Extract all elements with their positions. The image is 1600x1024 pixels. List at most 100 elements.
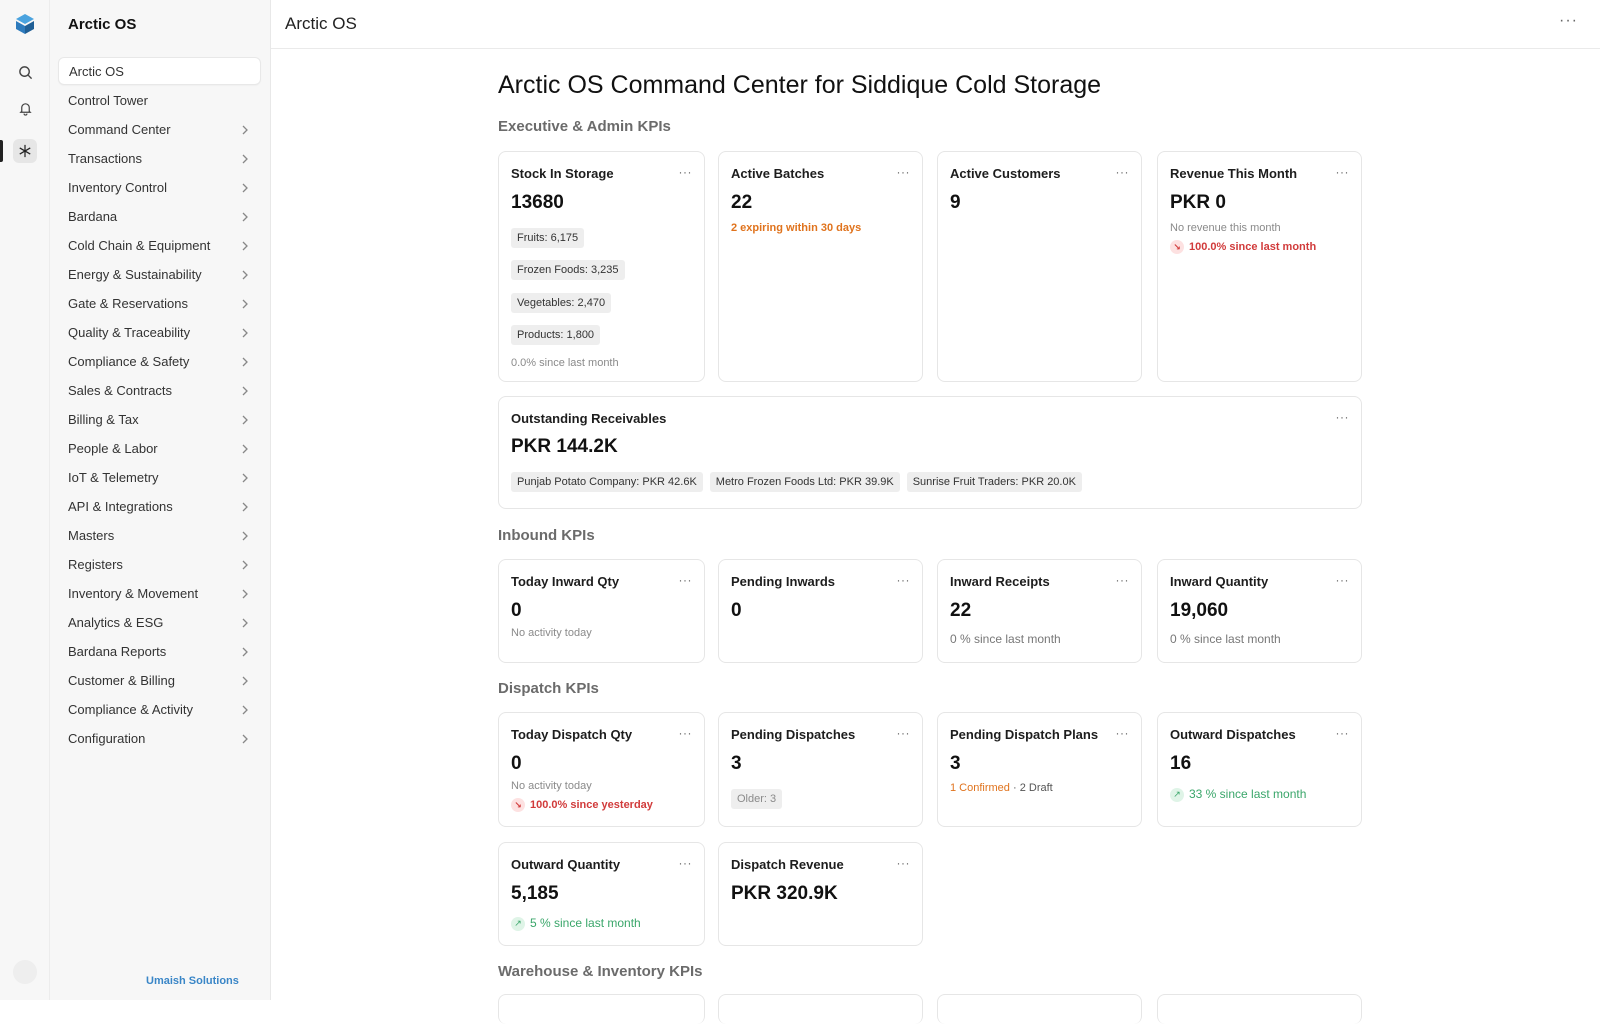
section-executive: Executive & Admin KPIs (498, 118, 671, 135)
card-outward-dispatches: Outward Dispatches ··· 16 ↗ 33 % since la… (1157, 712, 1362, 827)
chevron-right-icon (241, 270, 251, 280)
card-pending-inwards: Pending Inwards ··· 0 (718, 559, 923, 663)
sidebar-item[interactable]: Compliance & Activity (58, 695, 261, 724)
card-note: No activity today (511, 627, 592, 639)
sidebar-item[interactable]: API & Integrations (58, 492, 261, 521)
card-pending-dispatch-plans: Pending Dispatch Plans ··· 3 1 Confirmed… (937, 712, 1142, 827)
chevron-right-icon (241, 734, 251, 744)
sidebar-item-label: Configuration (68, 731, 146, 746)
sidebar-item[interactable]: IoT & Telemetry (58, 463, 261, 492)
chevron-right-icon (241, 241, 251, 251)
card-value: 0 (731, 600, 742, 621)
sidebar-item[interactable]: Arctic OS (58, 57, 261, 85)
receivables-chip-row: Punjab Potato Company: PKR 42.6K Metro F… (511, 472, 1089, 492)
sidebar-item[interactable]: Control Tower (58, 86, 261, 115)
card-value: PKR 144.2K (511, 436, 618, 457)
sidebar-item-label: Arctic OS (69, 63, 124, 79)
category-chip: Vegetables: 2,470 (511, 293, 612, 313)
card-value: PKR 320.9K (731, 883, 838, 904)
sidebar-item[interactable]: Sales & Contracts (58, 376, 261, 405)
sidebar-item[interactable]: Cold Chain & Equipment (58, 231, 261, 260)
sidebar-item[interactable]: Compliance & Safety (58, 347, 261, 376)
sidebar-item[interactable]: Inventory & Movement (58, 579, 261, 608)
sidebar-item[interactable]: Bardana (58, 202, 261, 231)
card-menu-icon[interactable]: ··· (897, 165, 911, 179)
sidebar-item[interactable]: Customer & Billing (58, 666, 261, 695)
sidebar-item[interactable]: Bardana Reports (58, 637, 261, 666)
chevron-right-icon (241, 676, 251, 686)
trend-text: 33 % since last month (1189, 787, 1307, 801)
card-warehouse-partial (937, 994, 1142, 1024)
chevron-right-icon (241, 647, 251, 657)
chevron-right-icon (241, 328, 251, 338)
trend-text: 100.0% since yesterday (530, 798, 653, 811)
sidebar-item-label: Transactions (68, 151, 142, 166)
trend-text: 5 % since last month (530, 916, 641, 930)
sidebar-item[interactable]: Analytics & ESG (58, 608, 261, 637)
sidebar-item[interactable]: Command Center (58, 115, 261, 144)
sidebar-item[interactable]: Inventory Control (58, 173, 261, 202)
sidebar-item-label: Command Center (68, 122, 171, 137)
card-menu-icon[interactable]: ··· (1336, 165, 1350, 179)
sidebar-item[interactable]: Gate & Reservations (58, 289, 261, 318)
sidebar-item[interactable]: Quality & Traceability (58, 318, 261, 347)
sidebar-item-label: Analytics & ESG (68, 615, 164, 630)
card-value: PKR 0 (1170, 192, 1226, 213)
chevron-right-icon (241, 299, 251, 309)
card-menu-icon[interactable]: ··· (679, 573, 693, 587)
arctic-logo-icon[interactable] (13, 12, 37, 36)
sidebar-item[interactable]: People & Labor (58, 434, 261, 463)
card-outstanding-receivables: Outstanding Receivables ··· PKR 144.2K P… (498, 396, 1362, 509)
footer-credit[interactable]: Umaish Solutions (146, 975, 239, 987)
card-title: Outward Quantity (511, 857, 621, 872)
card-outward-quantity: Outward Quantity ··· 5,185 ↗ 5 % since la… (498, 842, 705, 946)
card-menu-icon[interactable]: ··· (1336, 410, 1350, 424)
card-menu-icon[interactable]: ··· (679, 165, 693, 179)
card-today-inward-qty: Today Inward Qty ··· 0 No activity today (498, 559, 705, 663)
sidebar-item[interactable]: Billing & Tax (58, 405, 261, 434)
search-icon[interactable] (13, 60, 37, 84)
card-menu-icon[interactable]: ··· (897, 573, 911, 587)
sidebar-item[interactable]: Masters (58, 521, 261, 550)
card-title: Dispatch Revenue (731, 857, 844, 872)
bell-icon[interactable] (13, 96, 37, 120)
draft-count: 2 Draft (1019, 782, 1053, 794)
sidebar-item[interactable]: Registers (58, 550, 261, 579)
sidebar-brand: Arctic OS (68, 16, 137, 33)
sidebar-item-label: Gate & Reservations (68, 296, 188, 311)
sidebar-item-label: Quality & Traceability (68, 325, 191, 340)
card-menu-icon[interactable]: ··· (1336, 573, 1350, 587)
card-menu-icon[interactable]: ··· (1116, 573, 1130, 587)
card-menu-icon[interactable]: ··· (897, 856, 911, 870)
sidebar-item[interactable]: Transactions (58, 144, 261, 173)
sidebar-item-label: Compliance & Safety (68, 354, 190, 369)
trend-down-icon: ↘ (1170, 240, 1184, 254)
card-trend: ↘ 100.0% since yesterday (511, 798, 653, 812)
card-stock-in-storage: Stock In Storage ··· 13680 Fruits: 6,175… (498, 151, 705, 382)
card-menu-icon[interactable]: ··· (679, 856, 693, 870)
card-menu-icon[interactable]: ··· (897, 726, 911, 740)
plans-status: 1 Confirmed · 2 Draft (950, 782, 1053, 794)
sidebar-item[interactable]: Configuration (58, 724, 261, 753)
card-note: No revenue this month (1170, 222, 1281, 234)
card-pending-dispatches: Pending Dispatches ··· 3 Older: 3 (718, 712, 923, 827)
trend-down-icon: ↘ (511, 798, 525, 812)
chevron-right-icon (241, 212, 251, 222)
card-menu-icon[interactable]: ··· (679, 726, 693, 740)
card-menu-icon[interactable]: ··· (1116, 165, 1130, 179)
card-warehouse-partial (718, 994, 923, 1024)
snowflake-icon[interactable] (13, 139, 37, 163)
card-menu-icon[interactable]: ··· (1116, 726, 1130, 740)
sidebar-item-label: Masters (68, 528, 115, 543)
card-trend: ↗ 33 % since last month (1170, 787, 1306, 802)
sidebar-item[interactable]: Energy & Sustainability (58, 260, 261, 289)
card-menu-icon[interactable]: ··· (1336, 726, 1350, 740)
sidebar-item-label: IoT & Telemetry (68, 470, 159, 485)
category-chip: Products: 1,800 (511, 325, 601, 345)
card-title: Pending Dispatches (731, 727, 856, 742)
sidebar-item-label: Inventory Control (68, 180, 167, 195)
ellipsis-icon[interactable]: ··· (1559, 12, 1578, 30)
card-value: 22 (731, 192, 753, 213)
avatar[interactable] (13, 960, 37, 984)
card-inward-quantity: Inward Quantity ··· 19,060 0 % since las… (1157, 559, 1362, 663)
